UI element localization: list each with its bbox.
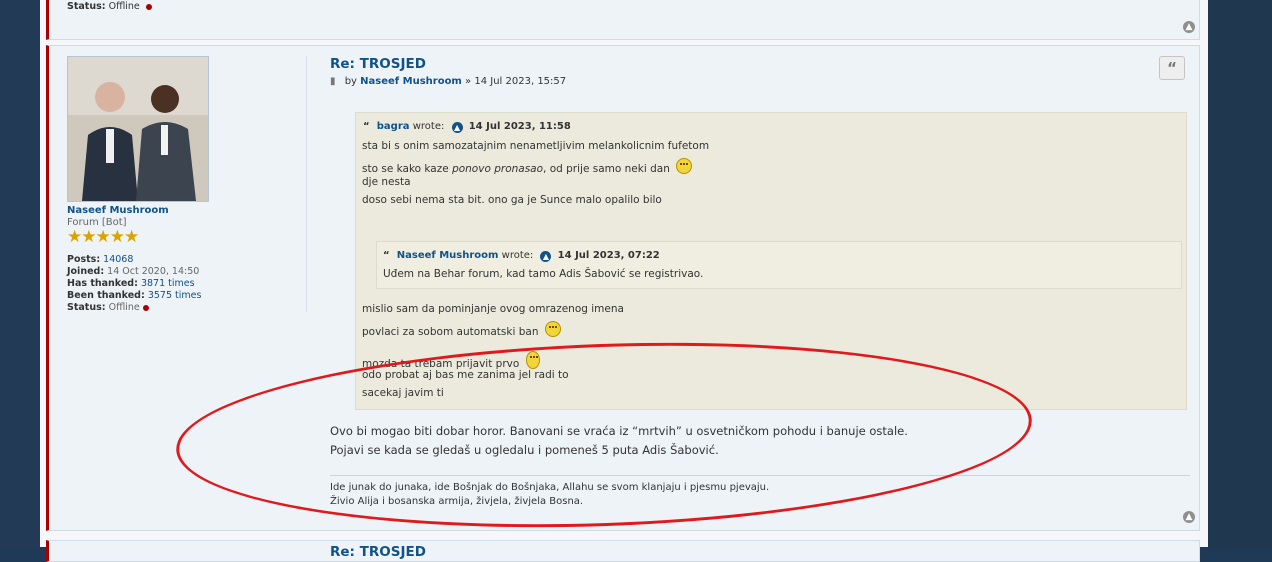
offline-dot-icon <box>142 304 149 311</box>
document-icon[interactable]: ▮ <box>330 76 336 87</box>
thinking-smiley-icon <box>676 158 693 174</box>
quote-button[interactable]: “ <box>1159 56 1185 80</box>
post-date: 14 Jul 2023, 15:57 <box>474 76 567 87</box>
next-post-title[interactable]: Re: TROSJED <box>330 544 426 560</box>
nested-quote-text: Uđem na Behar forum, kad tamo Adis Šabov… <box>383 268 704 280</box>
post-byline: ▮ by Naseef Mushroom » 14 Jul 2023, 15:5… <box>330 76 567 87</box>
quote-line: odo probat aj bas me zanima jel radi to <box>362 369 569 381</box>
back-to-top-icon[interactable]: ▲ <box>1183 21 1195 33</box>
quote-line: doso sebi nema sta bit. ono ga je Sunce … <box>362 194 662 206</box>
body-line: Pojavi se kada se gledaš u ogledalu i po… <box>330 443 719 457</box>
online-status: Offline <box>108 302 140 313</box>
body-line: Ovo bi mogao biti dobar horor. Banovani … <box>330 424 908 438</box>
post-body: Ovo bi mogao biti dobar horor. Banovani … <box>330 422 908 460</box>
next-post: Re: TROSJED <box>46 540 1200 562</box>
quote-icon: “ <box>363 121 370 132</box>
back-to-top-icon[interactable]: ▲ <box>1183 511 1195 523</box>
has-thanked-link[interactable]: 3871 times <box>141 278 195 289</box>
quote-line: sto se kako kaze ponovo pronasao, od pri… <box>362 158 693 175</box>
quote-line: mislio sam da pominjanje ovog omrazenog … <box>362 303 624 315</box>
quote-header: “ bagra wrote: ▲ 14 Jul 2023, 11:58 <box>363 121 571 133</box>
profile-username[interactable]: Naseef Mushroom <box>67 205 169 216</box>
nested-quote-header: “ Naseef Mushroom wrote: ▲ 14 Jul 2023, … <box>383 250 660 262</box>
previous-post: Status: Offline ▲ <box>46 0 1200 40</box>
profile-divider <box>306 56 307 312</box>
rank-stars-icon: ★★★★★ <box>67 227 139 247</box>
quote-line: povlaci za sobom automatski ban <box>362 321 561 338</box>
signature-divider <box>330 475 1190 476</box>
thinking-smiley-icon <box>544 321 561 337</box>
signature: Ide junak do junaka, ide Bošnjak do Bošn… <box>330 481 769 509</box>
quote-line: sta bi s onim samozatajnim nenametljivim… <box>362 140 710 152</box>
quote-line: sacekaj javim ti <box>362 387 444 399</box>
post-author[interactable]: Naseef Mushroom <box>360 76 462 87</box>
quote-icon: “ <box>383 250 390 261</box>
profile-details: Posts: 14068 Joined: 14 Oct 2020, 14:50 … <box>67 254 202 313</box>
quote-date: 14 Jul 2023, 11:58 <box>468 121 571 132</box>
quote-line: dje nesta <box>362 176 411 188</box>
topic-container: Status: Offline ▲ Naseef Mushroom Forum … <box>40 0 1208 562</box>
avatar-photo <box>68 57 208 201</box>
surprised-smiley-icon <box>525 351 540 369</box>
offline-dot-icon <box>145 3 152 10</box>
right-page-background <box>1208 0 1272 547</box>
signature-line: Ide junak do junaka, ide Bošnjak do Bošn… <box>330 482 770 493</box>
user-avatar[interactable] <box>67 56 209 202</box>
signature-line: Živio Alija i bosanska armija, živjela, … <box>330 496 584 507</box>
posts-count[interactable]: 14068 <box>103 254 133 265</box>
quote-author[interactable]: bagra <box>377 121 410 132</box>
post: Naseef Mushroom Forum [Bot] ★★★★★ Posts:… <box>46 45 1200 531</box>
been-thanked-link[interactable]: 3575 times <box>148 290 202 301</box>
nested-quote: “ Naseef Mushroom wrote: ▲ 14 Jul 2023, … <box>376 241 1182 289</box>
arrow-up-icon[interactable]: ▲ <box>540 251 552 262</box>
quote-line: mozda ta trebam prijavit prvo <box>362 351 540 370</box>
previous-post-status: Status: Offline <box>67 1 152 12</box>
quote-block: “ bagra wrote: ▲ 14 Jul 2023, 11:58 sta … <box>355 112 1187 410</box>
arrow-up-icon[interactable]: ▲ <box>451 122 463 133</box>
nested-quote-date: 14 Jul 2023, 07:22 <box>557 250 660 261</box>
post-content: Re: TROSJED ▮ by Naseef Mushroom » 14 Ju… <box>330 46 1190 530</box>
post-title[interactable]: Re: TROSJED <box>330 56 426 72</box>
left-page-background <box>0 0 40 547</box>
joined-date: 14 Oct 2020, 14:50 <box>107 266 200 277</box>
nested-quote-author[interactable]: Naseef Mushroom <box>397 250 499 261</box>
